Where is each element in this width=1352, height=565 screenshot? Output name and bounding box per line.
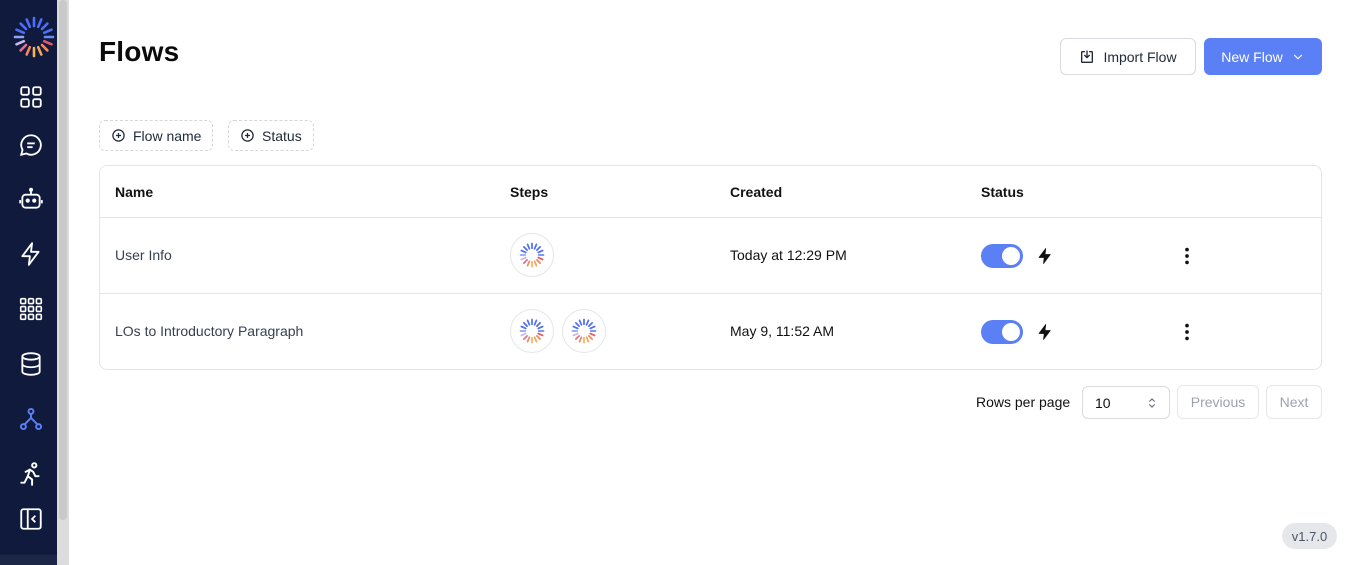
created-date: Today at 12:29 PM <box>730 247 847 263</box>
column-header-steps[interactable]: Steps <box>510 184 548 200</box>
sidebar-footer <box>0 555 57 565</box>
apps-grid-icon <box>19 297 43 321</box>
step-logo-icon <box>519 318 545 344</box>
plus-circle-icon <box>241 129 254 142</box>
sidebar-item-flows[interactable] <box>16 404 46 434</box>
filter-label: Status <box>262 127 302 144</box>
row-actions-button[interactable] <box>1176 244 1198 268</box>
sidebar-item-triggers[interactable] <box>16 239 46 269</box>
sidebar-item-dashboard[interactable] <box>16 82 46 112</box>
flow-name[interactable]: LOs to Introductory Paragraph <box>115 323 303 339</box>
sidebar-item-apps[interactable] <box>16 294 46 324</box>
next-page-button[interactable]: Next <box>1266 385 1322 419</box>
more-vertical-icon <box>1185 323 1189 341</box>
filter-label: Flow name <box>133 127 202 144</box>
bolt-icon <box>21 242 40 266</box>
database-icon <box>21 352 41 376</box>
step-logo-icon <box>571 318 597 344</box>
sidebar-item-chat[interactable] <box>16 130 46 160</box>
import-flow-label: Import Flow <box>1103 48 1177 65</box>
chevron-down-icon <box>1293 54 1302 59</box>
new-flow-label: New Flow <box>1221 48 1283 65</box>
created-date: May 9, 11:52 AM <box>730 323 835 339</box>
robot-icon <box>19 187 43 209</box>
sidebar-item-data[interactable] <box>16 349 46 379</box>
column-header-name[interactable]: Name <box>115 184 153 200</box>
new-flow-button[interactable]: New Flow <box>1204 38 1322 75</box>
step-avatar[interactable] <box>510 233 554 277</box>
sidebar-item-bots[interactable] <box>16 184 46 214</box>
import-icon <box>1081 49 1094 63</box>
bolt-icon <box>1038 324 1051 340</box>
rows-per-page-select[interactable]: 10 <box>1082 386 1170 419</box>
step-avatar[interactable] <box>562 309 606 353</box>
toggle-knob <box>1002 247 1020 265</box>
sidebar-scrollbar[interactable] <box>57 0 69 565</box>
step-avatar[interactable] <box>510 309 554 353</box>
toggle-knob <box>1002 323 1020 341</box>
table-row[interactable]: LOs to Introductory Paragraph May 9, 11:… <box>100 293 1321 370</box>
sidebar-item-collapse[interactable] <box>16 504 46 534</box>
row-actions-button[interactable] <box>1176 320 1198 344</box>
column-header-status[interactable]: Status <box>981 184 1024 200</box>
sidebar-item-runs[interactable] <box>16 459 46 489</box>
filter-flow-name[interactable]: Flow name <box>99 120 214 151</box>
flows-table: Name Steps Created Status User Info Toda… <box>99 165 1322 370</box>
plus-circle-icon <box>112 129 125 142</box>
chevron-up-down-icon <box>1149 398 1155 408</box>
rows-per-page-value: 10 <box>1095 394 1111 411</box>
version-badge: v1.7.0 <box>1282 523 1337 549</box>
import-flow-button[interactable]: Import Flow <box>1060 38 1196 75</box>
bolt-icon <box>1038 248 1051 264</box>
flow-icon <box>19 407 43 431</box>
filter-status[interactable]: Status <box>228 120 314 151</box>
page-title: Flows <box>99 36 180 67</box>
status-toggle[interactable] <box>981 244 1023 268</box>
table-row[interactable]: User Info Today at 12:29 PM <box>100 217 1321 294</box>
collapse-sidebar-icon <box>20 508 42 530</box>
grid-icon <box>20 86 42 108</box>
column-header-created[interactable]: Created <box>730 184 782 200</box>
runner-icon <box>20 462 40 486</box>
status-toggle[interactable] <box>981 320 1023 344</box>
step-logo-icon <box>519 242 545 268</box>
chat-icon <box>19 134 42 157</box>
more-vertical-icon <box>1185 247 1189 265</box>
flow-name[interactable]: User Info <box>115 247 172 263</box>
logo[interactable] <box>11 14 57 60</box>
scrollbar-thumb[interactable] <box>59 0 67 520</box>
rows-per-page-label: Rows per page <box>976 394 1071 410</box>
previous-page-button[interactable]: Previous <box>1177 385 1259 419</box>
